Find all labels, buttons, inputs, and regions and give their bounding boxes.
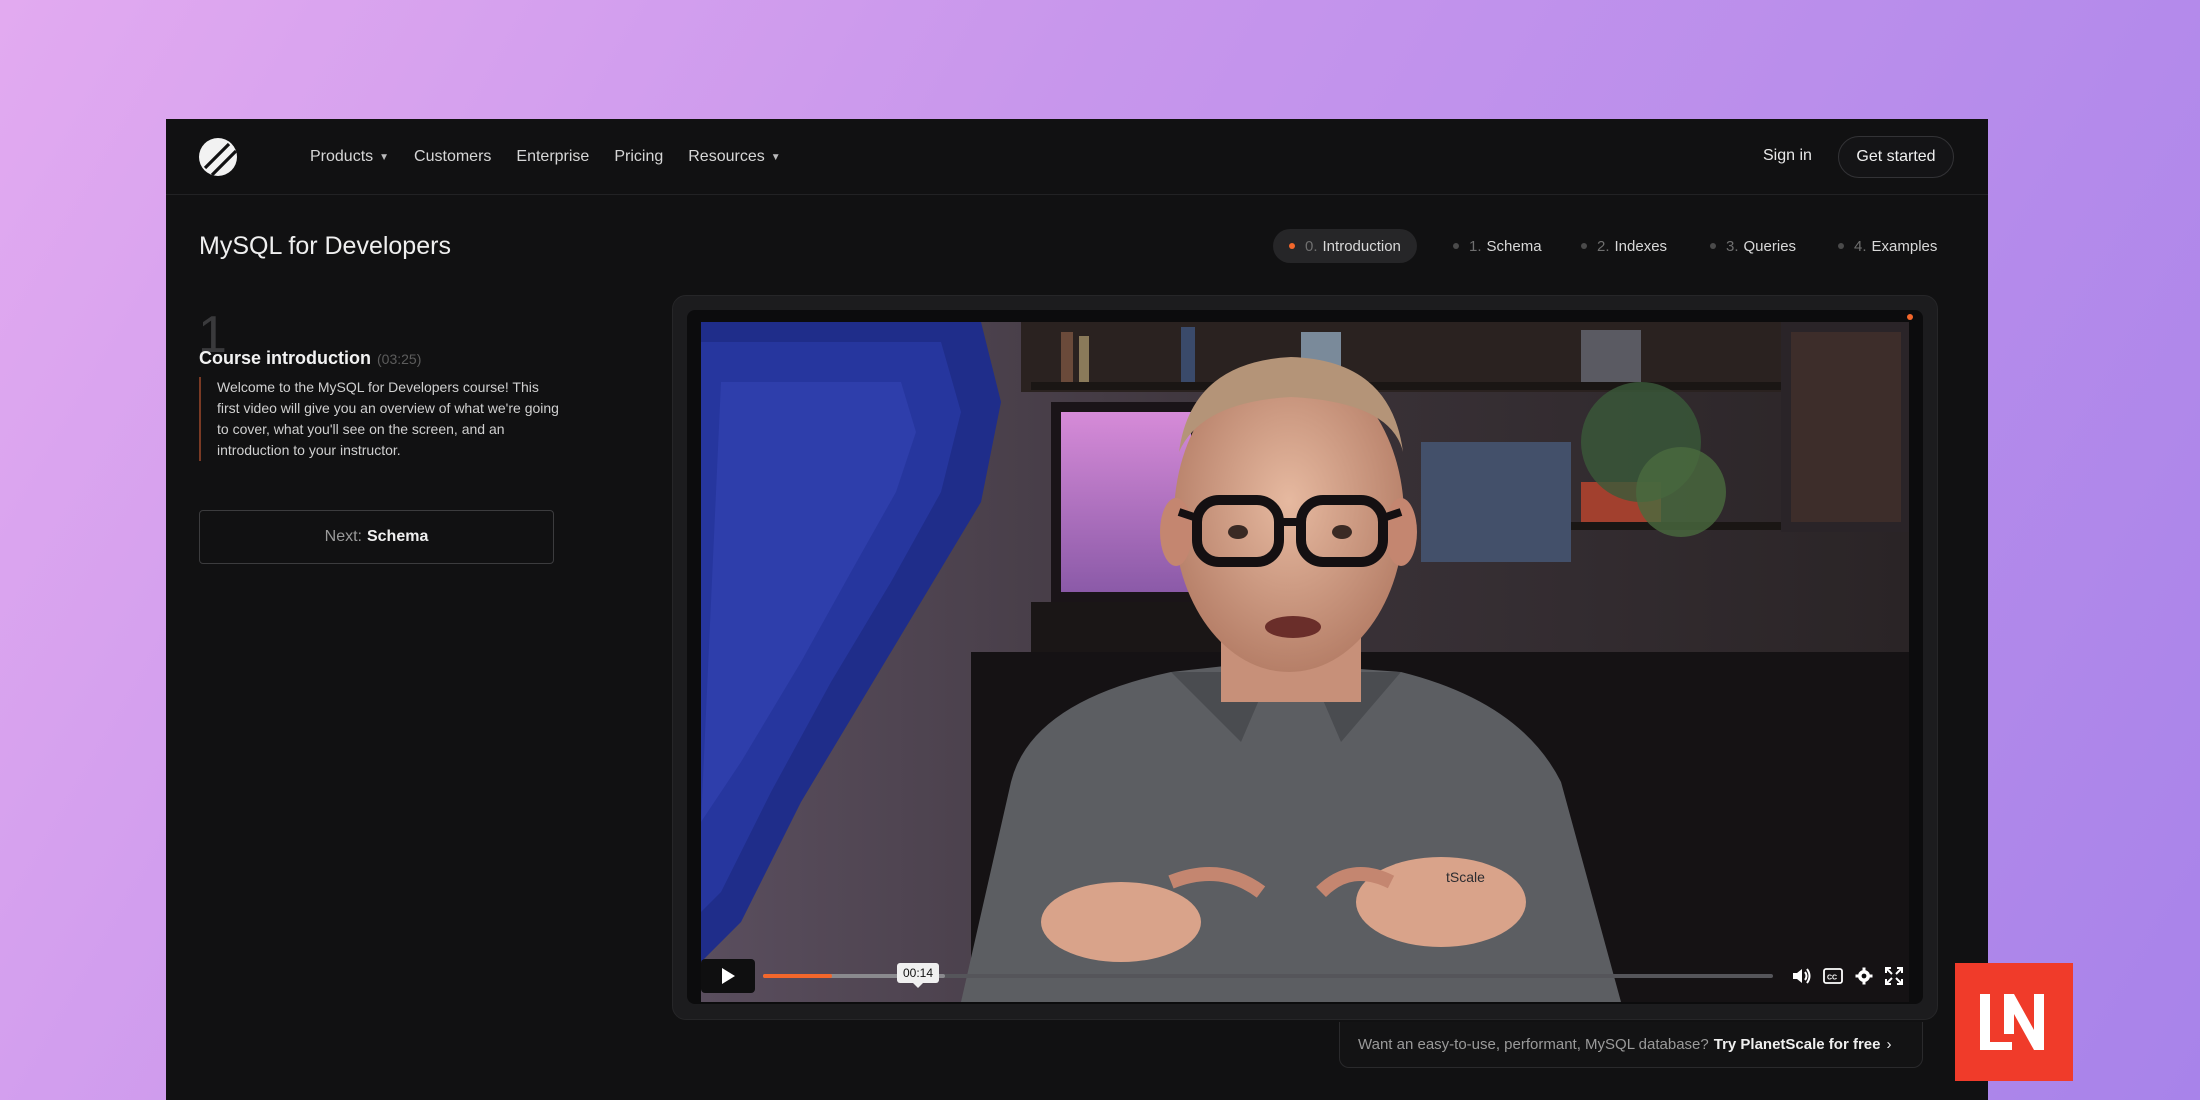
nav-item-enterprise[interactable]: Enterprise bbox=[516, 148, 589, 166]
control-icons: CC bbox=[1779, 957, 1903, 995]
tab-introduction[interactable]: 0. Introduction bbox=[1273, 229, 1417, 263]
tab-number: 3. bbox=[1726, 237, 1739, 255]
nav-item-label: Resources bbox=[688, 148, 765, 165]
tab-indexes[interactable]: 2. Indexes bbox=[1581, 229, 1667, 263]
nav-item-label: Products bbox=[310, 148, 374, 165]
sign-in-link[interactable]: Sign in bbox=[1763, 147, 1812, 165]
captions-icon[interactable]: CC bbox=[1823, 968, 1843, 984]
progress-played bbox=[763, 974, 832, 978]
course-tabs: 0. Introduction 1. Schema 2. Indexes 3. … bbox=[166, 229, 1988, 263]
lesson-title-text: Course introduction bbox=[199, 348, 371, 368]
nav-item-resources[interactable]: Resources ▼ bbox=[688, 148, 780, 166]
tab-number: 2. bbox=[1597, 237, 1610, 255]
tab-label: Examples bbox=[1871, 237, 1938, 255]
play-button[interactable] bbox=[701, 959, 755, 993]
video-card: tScale 00:14 CC bbox=[672, 295, 1938, 1020]
next-prefix: Next: bbox=[324, 528, 362, 545]
chevron-right-icon: › bbox=[1886, 1036, 1892, 1053]
svg-text:tScale: tScale bbox=[1446, 869, 1485, 885]
nav-item-customers[interactable]: Customers bbox=[414, 148, 491, 166]
chevron-down-icon: ▼ bbox=[379, 151, 390, 163]
nav-item-label: Customers bbox=[414, 148, 492, 165]
tab-label: Indexes bbox=[1614, 237, 1668, 255]
get-started-button[interactable]: Get started bbox=[1838, 136, 1954, 178]
nav-item-products[interactable]: Products ▼ bbox=[310, 148, 389, 166]
svg-text:CC: CC bbox=[1827, 975, 1837, 982]
gear-icon[interactable] bbox=[1855, 967, 1873, 985]
tab-schema[interactable]: 1. Schema bbox=[1453, 229, 1542, 263]
time-tooltip: 00:14 bbox=[897, 963, 940, 988]
volume-icon[interactable] bbox=[1791, 967, 1811, 985]
tab-queries[interactable]: 3. Queries bbox=[1710, 229, 1796, 263]
video-frame[interactable]: tScale bbox=[701, 322, 1909, 1002]
lesson-duration: (03:25) bbox=[377, 351, 422, 367]
nav-item-pricing[interactable]: Pricing bbox=[614, 148, 663, 166]
chevron-down-icon: ▼ bbox=[770, 151, 781, 163]
dot-icon bbox=[1453, 243, 1459, 249]
status-dot-icon bbox=[1907, 314, 1913, 320]
promo-link[interactable]: Try PlanetScale for free bbox=[1714, 1036, 1881, 1053]
tab-label: Queries bbox=[1743, 237, 1797, 255]
video-controls: 00:14 CC bbox=[701, 957, 1909, 995]
tab-label: Schema bbox=[1486, 237, 1542, 255]
fullscreen-icon[interactable] bbox=[1885, 967, 1903, 985]
promo-banner: Want an easy-to-use, performant, MySQL d… bbox=[1339, 1022, 1923, 1068]
progress-bar[interactable]: 00:14 bbox=[763, 963, 1773, 988]
nav-item-label: Enterprise bbox=[516, 148, 590, 165]
next-lesson-label: Schema bbox=[366, 528, 429, 545]
nav-links: Products ▼ Customers Enterprise Pricing … bbox=[310, 119, 806, 195]
lesson-description: Welcome to the MySQL for Developers cour… bbox=[199, 377, 559, 461]
tab-examples[interactable]: 4. Examples bbox=[1838, 229, 1937, 263]
tab-label: Introduction bbox=[1322, 237, 1401, 255]
next-lesson-button[interactable]: Next: Schema bbox=[199, 510, 554, 564]
tab-number: 4. bbox=[1854, 237, 1867, 255]
top-navigation: Products ▼ Customers Enterprise Pricing … bbox=[166, 119, 1988, 195]
planetscale-logo-icon[interactable] bbox=[199, 138, 237, 176]
dot-icon bbox=[1581, 243, 1587, 249]
dot-icon bbox=[1838, 243, 1844, 249]
nav-item-label: Pricing bbox=[614, 148, 664, 165]
browser-page: Products ▼ Customers Enterprise Pricing … bbox=[166, 119, 1988, 1100]
promo-text: Want an easy-to-use, performant, MySQL d… bbox=[1358, 1036, 1709, 1053]
tab-number: 0. bbox=[1305, 237, 1318, 255]
active-dot-icon bbox=[1289, 243, 1295, 249]
tab-number: 1. bbox=[1469, 237, 1482, 255]
laravel-news-logo-icon bbox=[1955, 963, 2073, 1081]
dot-icon bbox=[1710, 243, 1716, 249]
video-player[interactable]: tScale 00:14 CC bbox=[687, 310, 1923, 1004]
lesson-title: Course introduction (03:25) bbox=[199, 348, 421, 369]
play-icon bbox=[722, 968, 735, 984]
